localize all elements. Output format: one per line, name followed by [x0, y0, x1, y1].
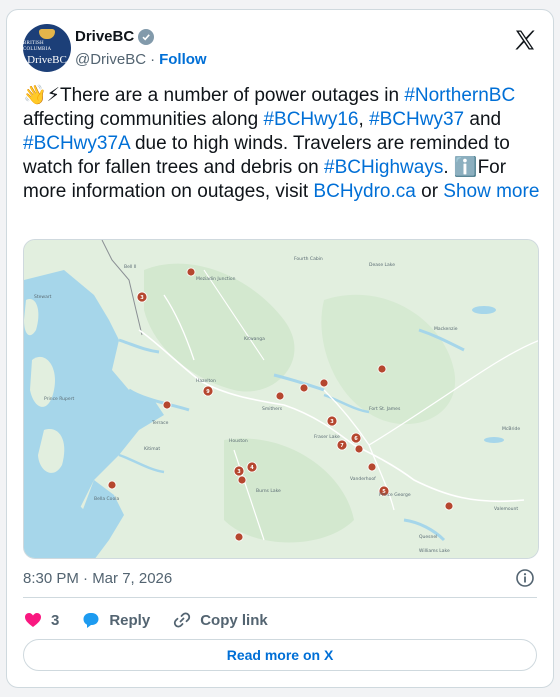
reply-bubble-icon	[83, 613, 99, 628]
reply-label: Reply	[109, 611, 151, 629]
like-count: 3	[51, 611, 60, 629]
hashtag-bchwy37a[interactable]: #BCHwy37A	[23, 133, 130, 154]
town-label: Fort St. James	[369, 406, 401, 412]
wave-lightning-emoji: 👋⚡	[23, 85, 60, 106]
outage-marker-count: 3	[330, 419, 334, 425]
outage-marker-count: 6	[354, 436, 358, 442]
outage-marker	[354, 444, 364, 454]
verified-badge-icon	[138, 28, 155, 45]
handle-row: @DriveBC · Follow	[75, 51, 207, 68]
outage-marker-count: 9	[206, 389, 210, 395]
tweet-header: BRITISH COLUMBIA DriveBC DriveBC @DriveB…	[23, 24, 537, 76]
outage-marker	[107, 480, 117, 490]
tweet-text-b: affecting communities along	[23, 109, 264, 130]
heart-icon	[25, 613, 41, 627]
outage-marker	[237, 475, 247, 485]
tweet-text-h: or	[415, 181, 444, 202]
info-emoji: ℹ️	[453, 157, 478, 178]
outage-marker	[234, 532, 244, 542]
outage-marker-count: 3	[140, 295, 144, 301]
show-more-link[interactable]: Show more	[443, 181, 539, 202]
town-label: Vanderhoof	[350, 476, 376, 482]
tweet-timestamp[interactable]: 8:30 PM · Mar 7, 2026	[23, 570, 172, 587]
outage-marker	[367, 462, 377, 472]
link-icon	[174, 612, 191, 628]
outage-marker	[377, 364, 387, 374]
action-bar: 3 Reply Copy link	[23, 608, 290, 632]
hashtag-bchwy37[interactable]: #BCHwy37	[369, 109, 464, 130]
name-row: DriveBC	[75, 28, 155, 45]
hashtag-bchwy16[interactable]: #BCHwy16	[263, 109, 358, 130]
tweet-card: BRITISH COLUMBIA DriveBC DriveBC @DriveB…	[6, 9, 554, 688]
hashtag-bchighways[interactable]: #BCHighways	[324, 157, 443, 178]
divider	[23, 597, 537, 598]
town-label: Smithers	[262, 406, 283, 412]
outage-marker	[275, 391, 285, 401]
outage-marker	[299, 383, 309, 393]
reply-button[interactable]: Reply	[81, 610, 150, 630]
avatar[interactable]: BRITISH COLUMBIA DriveBC	[23, 24, 71, 72]
info-icon[interactable]	[515, 568, 535, 588]
copy-link-label: Copy link	[200, 611, 268, 629]
avatar-brand-text: DriveBC	[27, 54, 67, 66]
outage-marker	[319, 378, 329, 388]
town-label: Prince George	[379, 492, 411, 498]
outage-marker-count: 7	[340, 443, 344, 449]
town-label: Hazelton	[196, 378, 216, 384]
separator-dot: ·	[150, 51, 156, 68]
town-label: Houston	[229, 438, 248, 444]
town-label: Meziadin Junction	[196, 276, 236, 282]
tweet-text-d: and	[464, 109, 502, 130]
town-label: Stewart	[34, 294, 52, 300]
account-name[interactable]: DriveBC	[75, 28, 134, 45]
outage-map-image[interactable]: 3 9 3 7 6 4 3 5 Bell II Fourth Cabin Dea…	[23, 239, 539, 559]
outage-marker	[186, 267, 196, 277]
town-label: McBride	[502, 426, 520, 432]
town-label: Valemount	[494, 506, 518, 512]
town-label: Kitwanga	[244, 336, 265, 342]
tweet-text-f: .	[443, 157, 454, 178]
x-logo-icon[interactable]	[513, 28, 537, 52]
tweet-text: 👋⚡There are a number of power outages in…	[23, 84, 543, 204]
town-label: Bell II	[124, 264, 136, 270]
town-label: Bella Coola	[94, 496, 119, 502]
town-label: Kitimat	[144, 446, 160, 452]
town-label: Terrace	[151, 420, 169, 426]
town-label: Williams Lake	[419, 548, 450, 554]
avatar-small-text: BRITISH COLUMBIA	[23, 41, 52, 52]
outage-marker-count: 4	[250, 465, 254, 471]
tweet-text-c: ,	[358, 109, 364, 130]
crest-icon	[39, 29, 55, 39]
outage-marker	[444, 501, 454, 511]
account-handle[interactable]: @DriveBC	[75, 51, 146, 68]
town-label: Fourth Cabin	[294, 256, 323, 262]
read-more-button[interactable]: Read more on X	[23, 639, 537, 671]
town-label: Burns Lake	[256, 488, 281, 494]
tweet-text-a: There are a number of power outages in	[60, 85, 405, 106]
like-button[interactable]: 3	[23, 610, 59, 630]
hashtag-northernbc[interactable]: #NorthernBC	[404, 85, 515, 106]
outage-marker-count: 3	[237, 469, 241, 475]
town-label: Fraser Lake	[314, 434, 340, 440]
town-label: Mackenzie	[434, 326, 458, 332]
town-label: Prince Rupert	[44, 396, 75, 402]
town-label: Quesnel	[419, 534, 437, 540]
copy-link-button[interactable]: Copy link	[172, 610, 268, 630]
link-bchydro[interactable]: BCHydro.ca	[313, 181, 415, 202]
follow-button[interactable]: Follow	[159, 51, 207, 68]
outage-marker	[162, 400, 172, 410]
town-label: Dease Lake	[369, 262, 395, 268]
map-canvas: 3 9 3 7 6 4 3 5 Bell II Fourth Cabin Dea…	[24, 240, 538, 558]
